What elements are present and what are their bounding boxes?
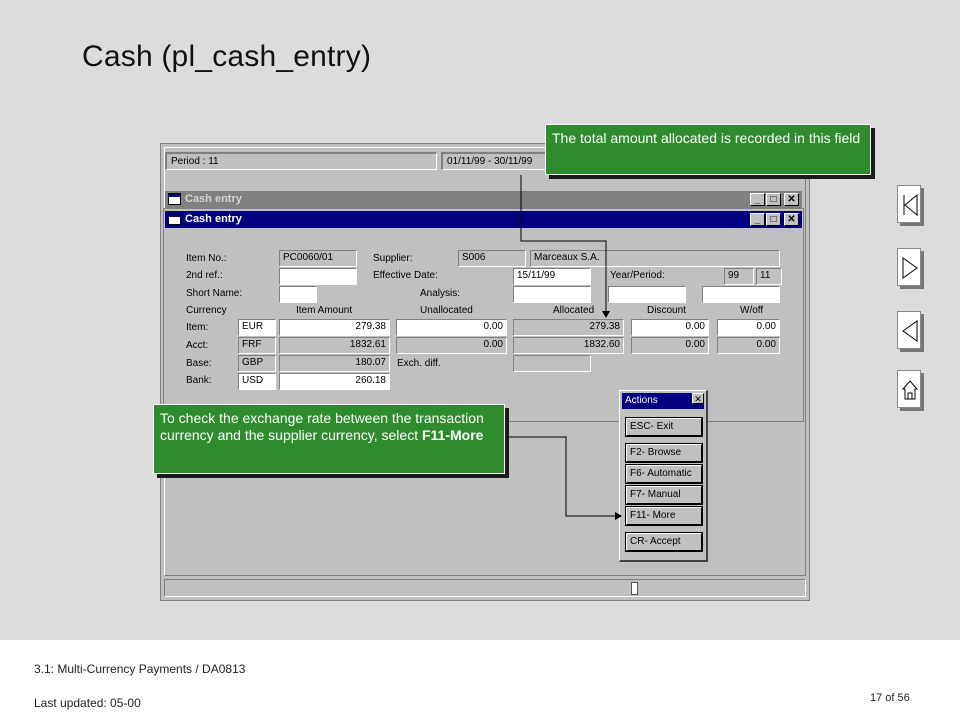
analysis-field-2[interactable] bbox=[608, 286, 686, 303]
bank-currency-field[interactable]: USD bbox=[238, 373, 276, 390]
bank-label: Bank: bbox=[186, 375, 212, 386]
actions-dialog: Actions ✕ ESC- Exit F2- Browse F6- Autom… bbox=[619, 390, 708, 562]
supplier-name-field: Marceaux S.A. bbox=[530, 250, 780, 267]
acct-allocated-field: 1832.60 bbox=[513, 337, 624, 354]
item-discount-field[interactable]: 0.00 bbox=[631, 319, 709, 336]
period-field-form[interactable]: 11 bbox=[756, 268, 782, 285]
nav-next-icon bbox=[902, 257, 918, 279]
item-no-field[interactable]: PC0060/01 bbox=[279, 250, 357, 267]
short-name-label: Short Name: bbox=[186, 288, 243, 299]
exch-diff-label: Exch. diff. bbox=[397, 358, 441, 369]
close-button[interactable]: ✕ bbox=[784, 193, 799, 206]
col-discount: Discount bbox=[647, 305, 686, 316]
acct-label: Acct: bbox=[186, 340, 209, 351]
esc-exit-button[interactable]: ESC- Exit bbox=[626, 418, 702, 436]
currency-label: Currency bbox=[186, 305, 227, 316]
maximize-button[interactable]: □ bbox=[766, 193, 781, 206]
period-field: Period : 11 bbox=[165, 152, 437, 170]
f2-browse-button[interactable]: F2- Browse bbox=[626, 444, 702, 462]
year-field[interactable]: 99 bbox=[724, 268, 754, 285]
f6-automatic-button[interactable]: F6- Automatic bbox=[626, 465, 702, 483]
cr-accept-button[interactable]: CR- Accept bbox=[626, 533, 702, 551]
close-button[interactable]: ✕ bbox=[784, 213, 799, 226]
date-range-field: 01/11/99 - 30/11/99 bbox=[441, 152, 561, 170]
cash-entry-titlebar[interactable]: Cash entry _ □ ✕ bbox=[165, 211, 802, 228]
item-woff-field[interactable]: 0.00 bbox=[717, 319, 780, 336]
callout-f11-bold: F11-More bbox=[421, 427, 484, 443]
base-label: Base: bbox=[186, 358, 212, 369]
nav-first-button[interactable] bbox=[897, 185, 921, 223]
year-period-label: Year/Period: bbox=[610, 270, 665, 281]
callout-allocated: The total amount allocated is recorded i… bbox=[545, 124, 871, 175]
exch-diff-field bbox=[513, 355, 591, 372]
acct-amount-field: 1832.61 bbox=[279, 337, 390, 354]
f11-more-button[interactable]: F11- More bbox=[626, 507, 702, 525]
nav-home-button[interactable] bbox=[897, 370, 921, 408]
window-title: Cash entry bbox=[185, 193, 242, 205]
cash-entry-back-titlebar[interactable]: Cash entry _ □ ✕ bbox=[165, 191, 802, 208]
effective-date-field[interactable]: 15/11/99 bbox=[513, 268, 591, 285]
analysis-field-3[interactable] bbox=[702, 286, 780, 303]
short-name-field[interactable] bbox=[279, 286, 317, 303]
page-number: 17 of 56 bbox=[870, 692, 910, 704]
f7-manual-button[interactable]: F7- Manual bbox=[626, 486, 702, 504]
footer-updated: Last updated: 05-00 bbox=[34, 696, 141, 710]
acct-currency-field: FRF bbox=[238, 337, 276, 354]
second-ref-label: 2nd ref.: bbox=[186, 270, 223, 281]
analysis-label: Analysis: bbox=[420, 288, 461, 299]
actions-close-button[interactable]: ✕ bbox=[692, 393, 704, 404]
nav-prev-button[interactable] bbox=[897, 311, 921, 349]
window-icon bbox=[168, 213, 181, 225]
item-label: Item: bbox=[186, 322, 209, 333]
supplier-code-field[interactable]: S006 bbox=[458, 250, 526, 267]
window-title: Cash entry bbox=[185, 213, 242, 225]
col-item-amount: Item Amount bbox=[296, 305, 353, 316]
col-w-off: W/off bbox=[740, 305, 764, 316]
nav-next-button[interactable] bbox=[897, 248, 921, 286]
status-cursor bbox=[631, 582, 638, 595]
bank-amount-field[interactable]: 260.18 bbox=[279, 373, 390, 390]
acct-discount-field: 0.00 bbox=[631, 337, 709, 354]
item-unallocated-field[interactable]: 0.00 bbox=[396, 319, 507, 336]
base-amount-field: 180.07 bbox=[279, 355, 390, 372]
nav-home-icon bbox=[901, 380, 919, 400]
minimize-button[interactable]: _ bbox=[750, 193, 765, 206]
col-unallocated: Unallocated bbox=[420, 305, 473, 316]
nav-first-icon bbox=[903, 194, 918, 216]
callout-f11-more: To check the exchange rate between the t… bbox=[153, 404, 505, 474]
supplier-label: Supplier: bbox=[373, 253, 413, 264]
second-ref-field[interactable] bbox=[279, 268, 357, 285]
base-currency-field: GBP bbox=[238, 355, 276, 372]
analysis-field-1[interactable] bbox=[513, 286, 591, 303]
acct-unallocated-field: 0.00 bbox=[396, 337, 507, 354]
slide-title: Cash (pl_cash_entry) bbox=[82, 40, 372, 73]
footer-course: 3.1: Multi-Currency Payments / DA0813 bbox=[34, 662, 246, 676]
maximize-button[interactable]: □ bbox=[766, 213, 781, 226]
nav-prev-icon bbox=[902, 320, 918, 342]
item-amount-field[interactable]: 279.38 bbox=[279, 319, 390, 336]
col-allocated: Allocated bbox=[553, 305, 595, 316]
item-allocated-field: 279.38 bbox=[513, 319, 624, 336]
item-currency-field[interactable]: EUR bbox=[238, 319, 276, 336]
acct-woff-field: 0.00 bbox=[717, 337, 780, 354]
window-icon bbox=[168, 193, 181, 205]
minimize-button[interactable]: _ bbox=[750, 213, 765, 226]
status-bar bbox=[164, 579, 806, 597]
effective-date-label: Effective Date: bbox=[373, 270, 438, 281]
item-no-label: Item No.: bbox=[186, 253, 227, 264]
